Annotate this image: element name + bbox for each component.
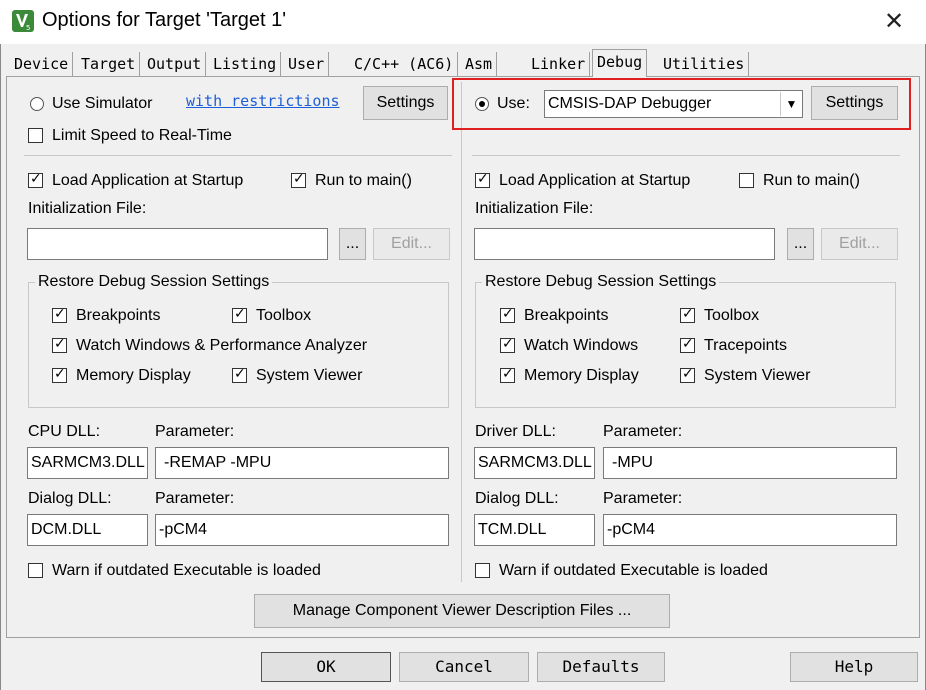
tab-target[interactable]: Target — [77, 52, 141, 76]
right-watch-checkbox[interactable] — [500, 336, 515, 353]
left-dialog-param-input[interactable]: -pCM4 — [155, 514, 449, 546]
driver-param-label: Parameter: — [603, 423, 683, 440]
cpu-param-input[interactable]: -REMAP -MPU — [155, 447, 449, 479]
left-init-file-input[interactable] — [27, 228, 328, 260]
right-load-app-checkbox[interactable] — [475, 171, 490, 188]
use-simulator-label: Use Simulator — [52, 95, 153, 112]
driver-dll-input[interactable]: SARMCM3.DLL — [474, 447, 595, 479]
manage-component-viewer-button[interactable]: Manage Component Viewer Description File… — [254, 594, 670, 628]
ok-button[interactable]: OK — [261, 652, 391, 682]
defaults-button[interactable]: Defaults — [537, 652, 665, 682]
tab-cc-ac6[interactable]: C/C++ (AC6) — [350, 52, 459, 76]
left-toolbox-label: Toolbox — [256, 307, 312, 324]
right-tracepoints-label: Tracepoints — [704, 337, 787, 354]
right-browse-button[interactable]: ... — [787, 228, 814, 260]
left-browse-button[interactable]: ... — [339, 228, 366, 260]
right-init-file-label: Initialization File: — [475, 200, 594, 217]
right-edit-button[interactable]: Edit... — [821, 228, 898, 260]
close-icon[interactable]: ✕ — [878, 8, 910, 36]
cpu-dll-input[interactable]: SARMCM3.DLL — [27, 447, 148, 479]
left-memory-label: Memory Display — [76, 367, 191, 384]
simulator-settings-button[interactable]: Settings — [363, 86, 448, 120]
right-sysviewer-label: System Viewer — [704, 367, 811, 384]
use-debugger-radio[interactable] — [475, 97, 489, 111]
left-edit-button[interactable]: Edit... — [373, 228, 450, 260]
use-debugger-label: Use: — [497, 95, 530, 112]
right-dialog-param-input[interactable]: -pCM4 — [603, 514, 897, 546]
cancel-button[interactable]: Cancel — [399, 652, 529, 682]
right-tracepoints-checkbox[interactable] — [680, 336, 695, 353]
column-divider — [461, 82, 462, 582]
left-run-to-main-checkbox[interactable] — [291, 171, 306, 188]
tab-linker[interactable]: Linker — [527, 52, 591, 76]
left-run-to-main-label: Run to main() — [315, 172, 412, 189]
limit-speed-checkbox[interactable] — [28, 128, 43, 143]
svg-text:5: 5 — [26, 24, 30, 32]
left-toolbox-checkbox[interactable] — [232, 306, 247, 323]
right-run-to-main-label: Run to main() — [763, 172, 860, 189]
right-toolbox-checkbox[interactable] — [680, 306, 695, 323]
debugger-select-value: CMSIS-DAP Debugger — [548, 95, 712, 112]
right-init-file-input[interactable] — [474, 228, 775, 260]
cpu-param-label: Parameter: — [155, 423, 235, 440]
left-watch-checkbox[interactable] — [52, 336, 67, 353]
tab-device[interactable]: Device — [10, 52, 74, 76]
right-breakpoints-checkbox[interactable] — [500, 306, 515, 323]
right-dialog-dll-input[interactable]: TCM.DLL — [474, 514, 595, 546]
tab-user[interactable]: User — [284, 52, 330, 76]
window-title: Options for Target 'Target 1' — [42, 9, 287, 31]
chevron-down-icon[interactable]: ▼ — [780, 92, 802, 116]
keil-app-icon: 5 — [12, 10, 34, 32]
right-toolbox-label: Toolbox — [704, 307, 760, 324]
left-warn-checkbox[interactable] — [28, 563, 43, 578]
right-memory-checkbox[interactable] — [500, 366, 515, 383]
left-sysviewer-checkbox[interactable] — [232, 366, 247, 383]
driver-param-input[interactable]: -MPU — [603, 447, 897, 479]
tab-output[interactable]: Output — [143, 52, 207, 76]
left-dialog-dll-label: Dialog DLL: — [28, 490, 112, 507]
left-separator — [24, 155, 452, 156]
tab-debug[interactable]: Debug — [592, 49, 648, 77]
tab-utilities[interactable]: Utilities — [659, 52, 750, 76]
cpu-dll-label: CPU DLL: — [28, 423, 101, 440]
right-memory-label: Memory Display — [524, 367, 639, 384]
left-watch-label: Watch Windows & Performance Analyzer — [76, 337, 368, 354]
left-init-file-label: Initialization File: — [28, 200, 147, 217]
left-load-app-checkbox[interactable] — [28, 171, 43, 188]
right-load-app-label: Load Application at Startup — [499, 172, 691, 189]
left-breakpoints-checkbox[interactable] — [52, 306, 67, 323]
left-warn-label: Warn if outdated Executable is loaded — [52, 562, 321, 579]
tab-asm[interactable]: Asm — [461, 52, 498, 76]
right-warn-label: Warn if outdated Executable is loaded — [499, 562, 768, 579]
left-dialog-dll-input[interactable]: DCM.DLL — [27, 514, 148, 546]
left-dialog-param-label: Parameter: — [155, 490, 235, 507]
right-dialog-param-label: Parameter: — [603, 490, 683, 507]
debugger-settings-button[interactable]: Settings — [811, 86, 898, 120]
tab-listing[interactable]: Listing — [209, 52, 282, 76]
left-memory-checkbox[interactable] — [52, 366, 67, 383]
left-restore-title: Restore Debug Session Settings — [35, 273, 273, 291]
restrictions-link[interactable]: with restrictions — [186, 92, 340, 110]
right-breakpoints-label: Breakpoints — [524, 307, 609, 324]
driver-dll-label: Driver DLL: — [475, 423, 556, 440]
right-warn-checkbox[interactable] — [475, 563, 490, 578]
debugger-select[interactable]: CMSIS-DAP Debugger — [544, 90, 803, 118]
right-restore-title: Restore Debug Session Settings — [482, 273, 720, 291]
use-simulator-radio[interactable] — [30, 97, 44, 111]
right-separator — [472, 155, 900, 156]
left-sysviewer-label: System Viewer — [256, 367, 363, 384]
help-button[interactable]: Help — [790, 652, 918, 682]
left-load-app-label: Load Application at Startup — [52, 172, 244, 189]
left-breakpoints-label: Breakpoints — [76, 307, 161, 324]
right-sysviewer-checkbox[interactable] — [680, 366, 695, 383]
right-watch-label: Watch Windows — [524, 337, 639, 354]
limit-speed-label: Limit Speed to Real-Time — [52, 127, 232, 144]
right-dialog-dll-label: Dialog DLL: — [475, 490, 559, 507]
right-run-to-main-checkbox[interactable] — [739, 173, 754, 188]
